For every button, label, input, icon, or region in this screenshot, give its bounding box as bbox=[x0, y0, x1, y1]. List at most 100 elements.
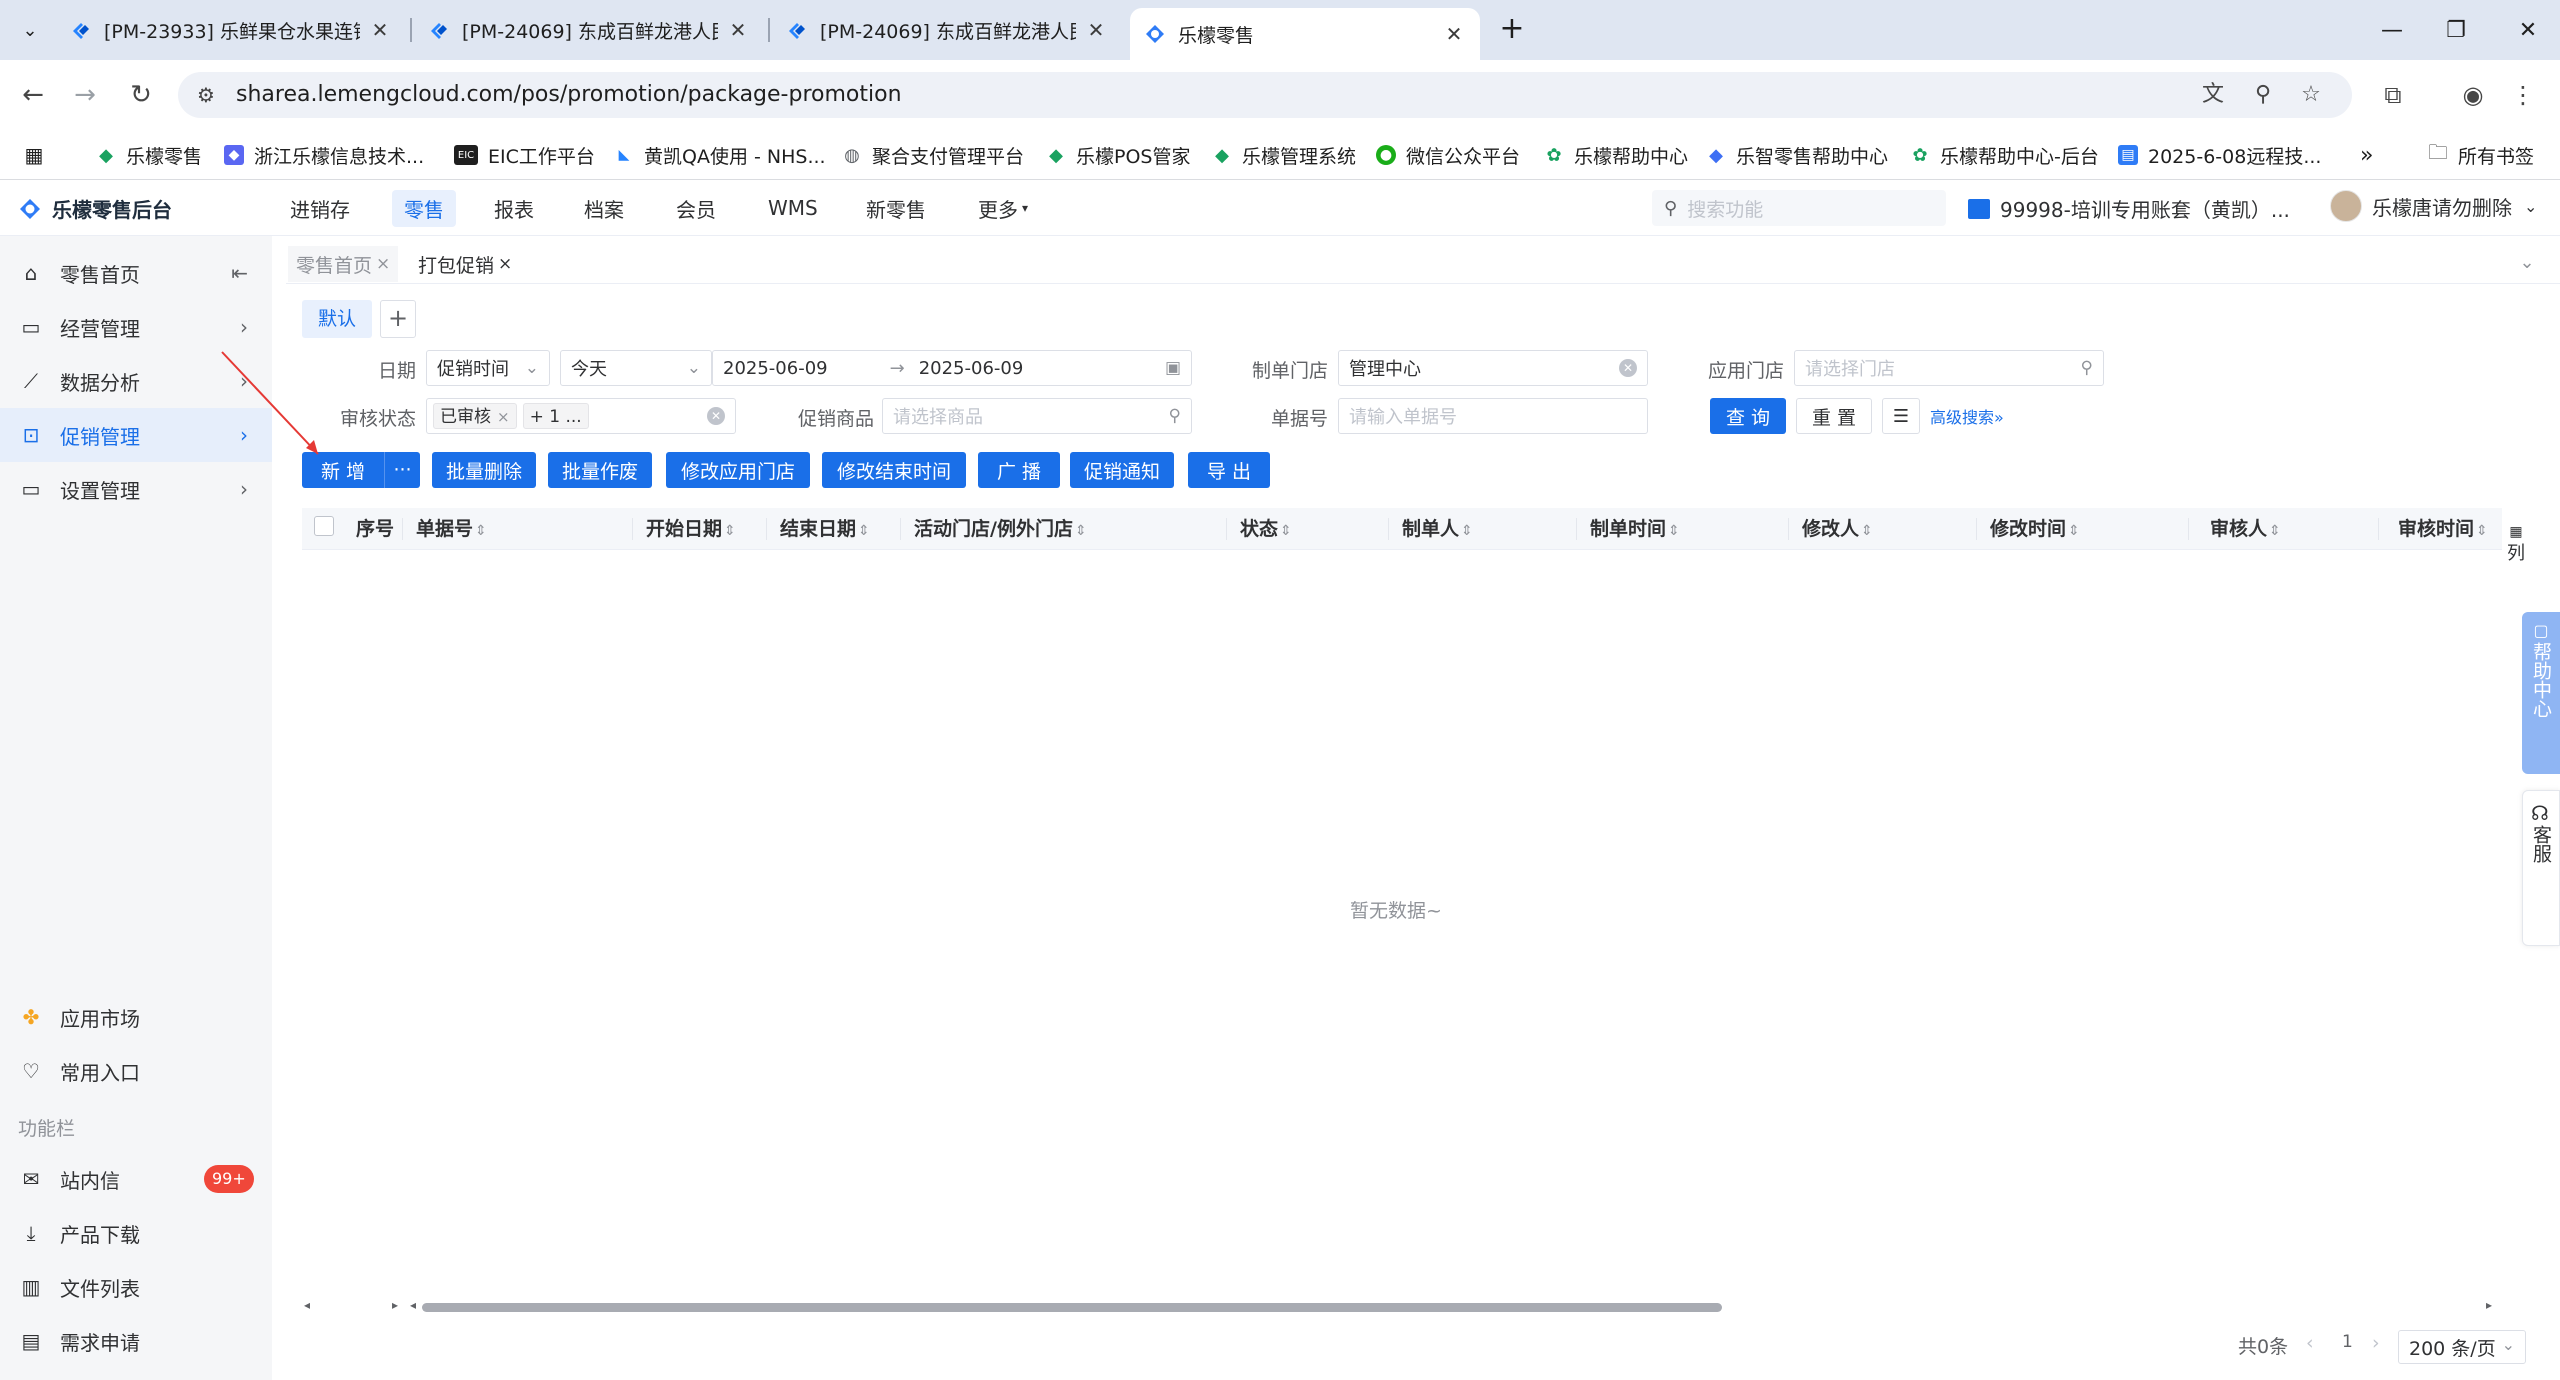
back-icon[interactable]: ← bbox=[14, 76, 52, 114]
url-text[interactable]: sharea.lemengcloud.com/pos/promotion/pac… bbox=[236, 82, 902, 107]
extensions-icon[interactable]: ⧉ bbox=[2374, 76, 2412, 114]
page-tab-retail-home[interactable]: 零售首页 × bbox=[288, 246, 399, 282]
bookmark-item[interactable]: ● 微信公众平台 bbox=[1376, 140, 1520, 170]
close-icon[interactable]: ✕ bbox=[1084, 18, 1108, 42]
page-size-select[interactable]: 200 条/页 ⌄ bbox=[2398, 1330, 2526, 1364]
col-maker[interactable]: 制单人 ⇕ bbox=[1402, 508, 1473, 550]
modify-apply-store-button[interactable]: 修改应用门店 bbox=[666, 452, 810, 488]
clear-icon[interactable]: ✕ bbox=[707, 407, 725, 425]
all-bookmarks[interactable]: 🗀 所有书签 bbox=[2428, 140, 2534, 170]
col-audit-time[interactable]: 审核时间 ⇕ bbox=[2398, 508, 2488, 550]
batch-delete-button[interactable]: 批量删除 bbox=[432, 452, 536, 488]
minimize-icon[interactable]: — bbox=[2360, 0, 2424, 60]
translate-icon[interactable]: 文 bbox=[2198, 80, 2228, 110]
col-auditor[interactable]: 审核人 ⇕ bbox=[2210, 508, 2281, 550]
sidebar-item-promotion[interactable]: ⊡ 促销管理 › bbox=[0, 408, 272, 462]
account-selector[interactable]: 99998-培训专用账套（黄凯）... bbox=[1968, 194, 2290, 223]
user-menu[interactable]: 乐檬唐请勿删除 ⌄ bbox=[2330, 190, 2537, 222]
col-stores[interactable]: 活动门店/例外门店 ⇕ bbox=[914, 508, 1087, 550]
scroll-left-icon[interactable]: ◂ bbox=[410, 1298, 416, 1312]
customer-service-float[interactable]: ☊ 客服 bbox=[2522, 790, 2560, 946]
bookmark-item[interactable]: ▤ 2025-6-08远程技... bbox=[2118, 140, 2321, 170]
next-page-icon[interactable]: › bbox=[2372, 1332, 2380, 1354]
column-settings[interactable]: ▦ 列 bbox=[2504, 520, 2528, 565]
clear-icon[interactable]: ✕ bbox=[1619, 359, 1637, 377]
col-bill-no[interactable]: 单据号 ⇕ bbox=[416, 508, 487, 550]
audit-status-select[interactable]: 已审核 × + 1 ... ✕ bbox=[426, 398, 736, 434]
bookmark-item[interactable]: ◆ 乐檬零售 bbox=[96, 140, 202, 170]
sidebar-item-favorites[interactable]: ♡ 常用入口 bbox=[0, 1044, 272, 1098]
date-type-select[interactable]: 促销时间 ⌄ bbox=[426, 350, 550, 386]
apply-store-select[interactable]: 请选择门店 ⚲ bbox=[1794, 350, 2104, 386]
horizontal-scrollbar[interactable]: ◂ ▸ ◂ ▸ bbox=[302, 1298, 2498, 1316]
col-modifier[interactable]: 修改人 ⇕ bbox=[1802, 508, 1873, 550]
page-number[interactable]: 1 bbox=[2342, 1332, 2353, 1352]
query-button[interactable]: 查 询 bbox=[1710, 398, 1786, 434]
chevron-down-icon[interactable]: ⌄ bbox=[2512, 248, 2542, 278]
col-status[interactable]: 状态 ⇕ bbox=[1240, 508, 1292, 550]
bookmark-item[interactable]: ◣ 黄凯QA使用 - NHS... bbox=[614, 140, 826, 170]
advanced-search-link[interactable]: 高级搜索» bbox=[1930, 404, 2004, 428]
select-all-checkbox[interactable] bbox=[314, 516, 334, 536]
col-modify-time[interactable]: 修改时间 ⇕ bbox=[1990, 508, 2080, 550]
date-range-type-select[interactable]: 今天 ⌄ bbox=[560, 350, 712, 386]
bookmark-item[interactable]: ◆ 浙江乐檬信息技术... bbox=[224, 140, 424, 170]
promo-goods-select[interactable]: 请选择商品 ⚲ bbox=[882, 398, 1192, 434]
page-tab-package-promotion[interactable]: 打包促销 × bbox=[410, 246, 520, 282]
scroll-left-icon[interactable]: ◂ bbox=[304, 1298, 310, 1312]
sidebar-item-messages[interactable]: ✉ 站内信 99+ bbox=[0, 1152, 272, 1206]
col-make-time[interactable]: 制单时间 ⇕ bbox=[1590, 508, 1680, 550]
sidebar-item-requests[interactable]: ▤ 需求申请 bbox=[0, 1314, 272, 1368]
browser-tab[interactable]: [PM-24069] 东成百鲜龙港人民 ✕ bbox=[772, 8, 1122, 52]
zoom-icon[interactable]: ⚲ bbox=[2248, 80, 2278, 110]
close-icon[interactable]: ✕ bbox=[1442, 22, 1466, 46]
nav-archives[interactable]: 档案 bbox=[572, 180, 636, 236]
browser-tab-active[interactable]: 乐檬零售 ✕ bbox=[1130, 8, 1480, 60]
bookmark-item[interactable]: ◆ 乐檬POS管家 bbox=[1046, 140, 1190, 170]
site-info-icon[interactable]: ⚙ bbox=[192, 81, 220, 109]
add-button[interactable]: 新 增 bbox=[302, 452, 384, 488]
broadcast-button[interactable]: 广 播 bbox=[978, 452, 1060, 488]
sidebar-item-files[interactable]: ▥ 文件列表 bbox=[0, 1260, 272, 1314]
batch-void-button[interactable]: 批量作废 bbox=[548, 452, 652, 488]
browser-tab[interactable]: [PM-24069] 东成百鲜龙港人民 ✕ bbox=[414, 8, 764, 52]
menu-kebab-icon[interactable]: ⋮ bbox=[2504, 76, 2542, 114]
forward-icon[interactable]: → bbox=[66, 76, 104, 114]
date-range-picker[interactable]: 2025-06-09 → 2025-06-09 ▣ bbox=[712, 350, 1192, 386]
address-bar[interactable]: ⚙ sharea.lemengcloud.com/pos/promotion/p… bbox=[178, 72, 2352, 118]
filter-settings-icon[interactable]: ☰ bbox=[1882, 398, 1920, 434]
tag-close-icon[interactable]: × bbox=[497, 408, 510, 426]
add-more-button[interactable]: ··· bbox=[384, 452, 420, 488]
sidebar-item-analytics[interactable]: ⟋ 数据分析 › bbox=[0, 354, 272, 408]
nav-inventory[interactable]: 进销存 bbox=[278, 180, 362, 236]
bookmark-item[interactable]: ✿ 乐檬帮助中心-后台 bbox=[1910, 140, 2098, 170]
bookmark-item[interactable]: ◆ 乐智零售帮助中心 bbox=[1706, 140, 1888, 170]
scheme-tab-default[interactable]: 默认 bbox=[302, 300, 372, 338]
col-end-date[interactable]: 结束日期 ⇕ bbox=[780, 508, 870, 550]
scroll-right-icon[interactable]: ▸ bbox=[392, 1298, 398, 1312]
bookmark-star-icon[interactable]: ☆ bbox=[2296, 80, 2326, 110]
reload-icon[interactable]: ↻ bbox=[122, 76, 160, 114]
close-icon[interactable]: × bbox=[376, 254, 390, 274]
export-button[interactable]: 导 出 bbox=[1188, 452, 1270, 488]
sidebar-item-downloads[interactable]: ⤓ 产品下载 bbox=[0, 1206, 272, 1260]
bookmark-item[interactable]: ✿ 乐檬帮助中心 bbox=[1544, 140, 1688, 170]
nav-reports[interactable]: 报表 bbox=[482, 180, 546, 236]
maker-store-select[interactable]: 管理中心 ✕ bbox=[1338, 350, 1648, 386]
new-tab-button[interactable]: + bbox=[1492, 10, 1532, 50]
sidebar-item-app-market[interactable]: ✤ 应用市场 bbox=[0, 990, 272, 1044]
nav-new-retail[interactable]: 新零售 bbox=[854, 180, 938, 236]
bookmark-item[interactable]: ◍ 聚合支付管理平台 bbox=[842, 140, 1024, 170]
modify-end-time-button[interactable]: 修改结束时间 bbox=[822, 452, 966, 488]
function-search-input[interactable]: ⚲ 搜索功能 bbox=[1652, 190, 1946, 226]
prev-page-icon[interactable]: ‹ bbox=[2306, 1332, 2314, 1354]
sidebar-item-retail-home[interactable]: ⌂ 零售首页 ⇤ bbox=[0, 246, 272, 300]
reset-button[interactable]: 重 置 bbox=[1796, 398, 1872, 434]
promotion-notify-button[interactable]: 促销通知 bbox=[1070, 452, 1174, 488]
nav-retail[interactable]: 零售 bbox=[380, 180, 468, 236]
close-icon[interactable]: × bbox=[498, 254, 512, 274]
browser-tab[interactable]: [PM-23933] 乐鲜果仓水果连锁 ✕ bbox=[56, 8, 406, 52]
app-logo[interactable]: 乐檬零售后台 bbox=[18, 194, 172, 223]
add-scheme-button[interactable]: + bbox=[380, 300, 416, 338]
sidebar-item-settings[interactable]: ▭ 设置管理 › bbox=[0, 462, 272, 516]
